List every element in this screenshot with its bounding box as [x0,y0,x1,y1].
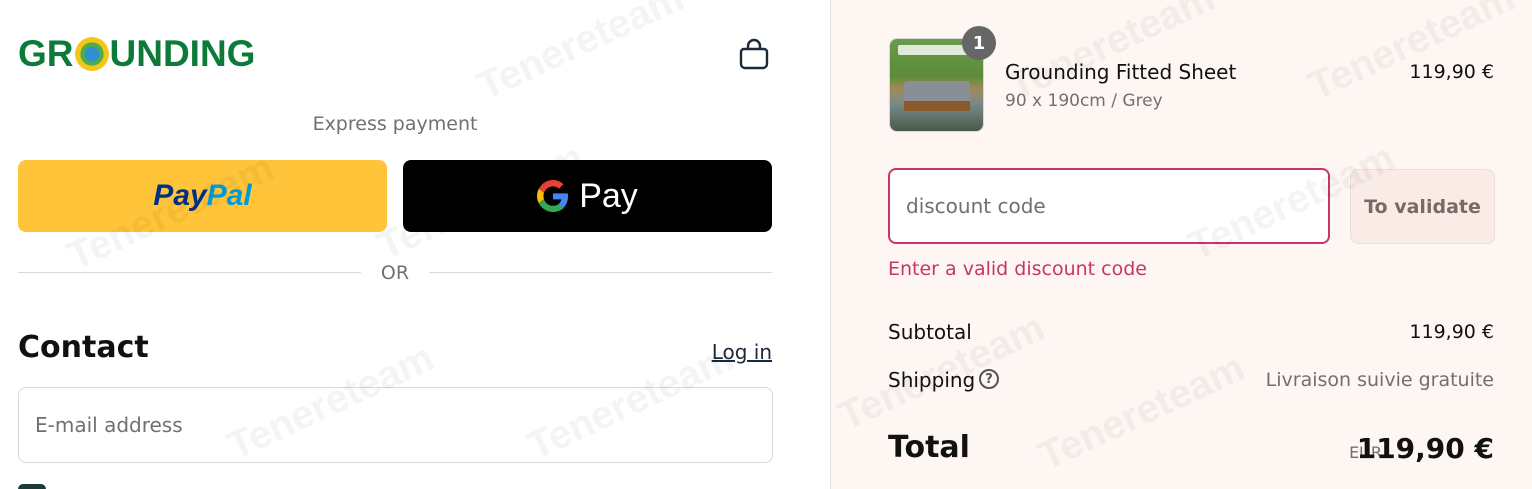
or-label: OR [380,262,410,284]
contact-heading: Contact [18,330,149,365]
checkout-main-panel: GR UNDING Express payment Pay Pal Pay OR … [0,0,830,489]
logo-text-start: GR [18,33,74,74]
quantity-badge: 1 [962,26,996,60]
product-name: Grounding Fitted Sheet [1005,60,1237,84]
subtotal-label: Subtotal [888,320,972,344]
paypal-button[interactable]: Pay Pal [18,160,387,232]
logo-text-end: UNDING [109,33,256,74]
order-summary-panel: 1 Grounding Fitted Sheet 90 x 190cm / Gr… [830,0,1532,489]
google-pay-button[interactable]: Pay [403,160,772,232]
discount-code-input[interactable] [888,168,1330,244]
subtotal-value: 119,90 € [1409,321,1494,343]
shopping-bag-icon[interactable] [736,36,772,72]
watermark-text: Tenereteam [1302,0,1522,110]
grounding-logo[interactable]: GR UNDING [18,33,256,74]
divider-line-right [429,272,772,273]
shipping-value: Livraison suivie gratuite [1265,369,1494,391]
total-label: Total [888,430,970,465]
total-value: 119,90 € [1356,432,1494,465]
validate-discount-button[interactable]: To validate [1350,169,1495,244]
thumbnail-bed-frame [904,101,970,111]
help-circle-icon[interactable]: ? [979,369,999,389]
newsletter-checkbox[interactable] [18,484,46,489]
discount-error-message: Enter a valid discount code [888,258,1147,280]
google-g-icon [537,180,569,212]
watermark-text: Tenereteam [1032,345,1252,479]
google-pay-label: Pay [579,176,638,215]
shipping-label: Shipping [888,368,976,392]
product-price: 119,90 € [1409,61,1494,83]
email-field[interactable] [18,387,773,463]
watermark-text: Tenereteam [471,0,691,110]
paypal-label-part2: Pal [206,179,252,212]
sun-logo-icon [74,37,109,71]
paypal-label-part1: Pay [153,179,207,212]
log-in-link[interactable]: Log in [712,340,772,364]
product-variant: 90 x 190cm / Grey [1005,91,1163,111]
divider-line-left [18,272,361,273]
express-payment-label: Express payment [312,113,478,135]
or-divider: OR [18,262,772,284]
